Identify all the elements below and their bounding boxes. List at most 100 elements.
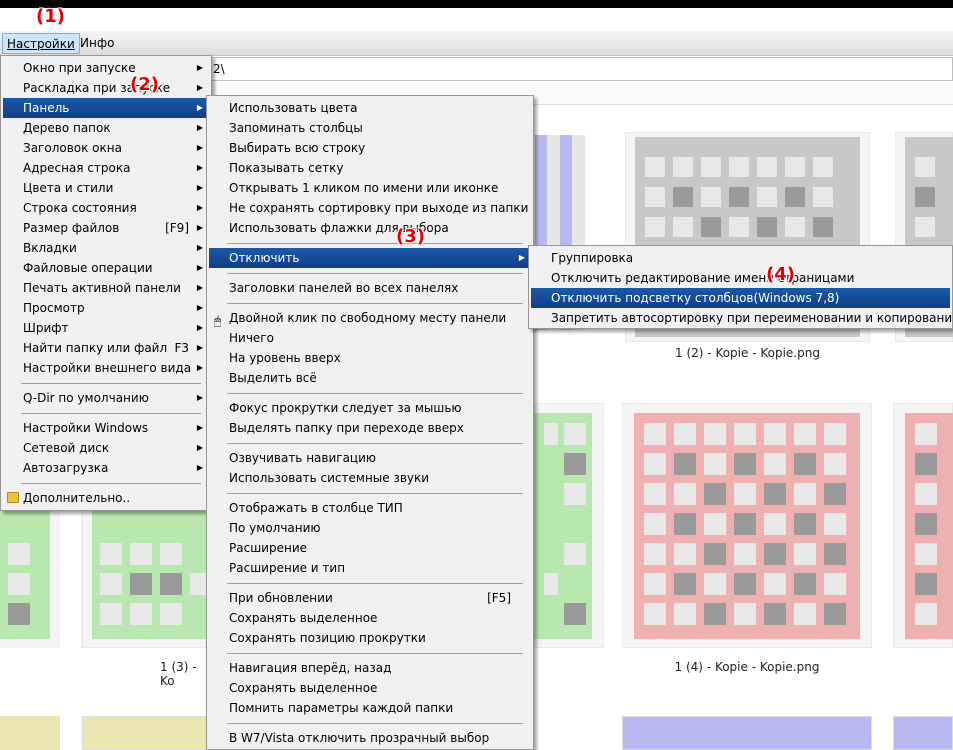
- panel-submenu-item[interactable]: Помнить параметры каждой папки: [209, 698, 531, 718]
- panel-submenu-item[interactable]: Использовать системные звуки: [209, 468, 531, 488]
- panel-submenu-item[interactable]: Использовать флажки для выбора: [209, 218, 531, 238]
- menu-item-label: Сетевой диск: [23, 441, 110, 455]
- menu-item-label: Озвучивать навигацию: [229, 451, 376, 465]
- menu-separator: [227, 653, 523, 654]
- menu-separator: [227, 583, 523, 584]
- submenu-arrow-icon: ▶: [196, 63, 203, 72]
- submenu-arrow-icon: ▶: [196, 223, 203, 232]
- submenu-arrow-icon: ▶: [196, 363, 203, 372]
- submenu-arrow-icon: ▶: [196, 283, 203, 292]
- panel-submenu-item[interactable]: По умолчанию: [209, 518, 531, 538]
- panel-submenu-item[interactable]: Фокус прокрутки следует за мышью: [209, 398, 531, 418]
- panel-submenu-item[interactable]: Сохранять выделенное: [209, 678, 531, 698]
- submenu-arrow-icon: ▶: [518, 253, 525, 262]
- thumbnail-blue-edge[interactable]: [893, 716, 953, 750]
- settings-menu-item[interactable]: Вкладки ▶: [3, 238, 209, 258]
- panel-submenu-item[interactable]: Сохранять позицию прокрутки: [209, 628, 531, 648]
- disable-submenu-item[interactable]: Отключить редактирование имени страницам…: [531, 268, 950, 288]
- panel-submenu-item[interactable]: Озвучивать навигацию: [209, 448, 531, 468]
- settings-menu-item[interactable]: Найти папку или файл F3 ▶: [3, 338, 209, 358]
- panel-submenu-item[interactable]: Использовать цвета: [209, 98, 531, 118]
- thumbnail-red-edge[interactable]: [893, 403, 953, 648]
- thumbnail-yellow[interactable]: [82, 716, 206, 750]
- settings-menu-item[interactable]: Сетевой диск ▶: [3, 438, 209, 458]
- panel-submenu-item[interactable]: Показывать сетку: [209, 158, 531, 178]
- panel-submenu-item[interactable]: Навигация вперёд, назад: [209, 658, 531, 678]
- settings-menu-item[interactable]: Цвета и стили ▶: [3, 178, 209, 198]
- settings-menu-item[interactable]: Панель ▶: [3, 98, 209, 118]
- panel-submenu-item[interactable]: Сохранять выделенное: [209, 608, 531, 628]
- menu-item-label: Выбирать всю строку: [229, 141, 366, 155]
- thumbnail-yellow-edge[interactable]: [0, 716, 60, 750]
- disable-submenu-item[interactable]: Отключить подсветку столбцов(Windows 7,8…: [531, 288, 950, 308]
- menu-item-label: Отключить подсветку столбцов(Windows 7,8…: [551, 291, 840, 305]
- settings-menu-item[interactable]: Печать активной панели ▶: [3, 278, 209, 298]
- submenu-arrow-icon: ▶: [196, 183, 203, 192]
- menu-item-label: Открывать 1 кликом по имени или иконке: [229, 181, 499, 195]
- settings-menu-item[interactable]: Заголовок окна ▶: [3, 138, 209, 158]
- panel-submenu-item[interactable]: Выбирать всю строку: [209, 138, 531, 158]
- thumbnail-red[interactable]: [622, 403, 872, 648]
- address-bar[interactable]: 2\: [200, 57, 953, 81]
- menu-item-label: Сохранять выделенное: [229, 681, 378, 695]
- panel-submenu-item[interactable]: При обновлении [F5]: [209, 588, 531, 608]
- disable-submenu: Группировка Отключить редактирование имен…: [528, 245, 953, 329]
- panel-submenu-item[interactable]: В W7/Vista отключить прозрачный выбор: [209, 728, 531, 748]
- panel-submenu-item[interactable]: Двойной клик по свободному месту панели 🖱: [209, 308, 531, 328]
- menu-item-label: Запоминать столбцы: [229, 121, 363, 135]
- panel-submenu-item[interactable]: Отображать в столбце ТИП: [209, 498, 531, 518]
- settings-menu-item[interactable]: Строка состояния ▶: [3, 198, 209, 218]
- panel-submenu-item[interactable]: Ничего: [209, 328, 531, 348]
- panel-submenu-item[interactable]: Открывать 1 кликом по имени или иконке: [209, 178, 531, 198]
- menu-item-label: Строка состояния: [23, 201, 137, 215]
- settings-menu-item[interactable]: Файловые операции ▶: [3, 258, 209, 278]
- menu-separator: [227, 443, 523, 444]
- disable-submenu-item[interactable]: Группировка: [531, 248, 950, 268]
- panel-submenu-item[interactable]: Запоминать столбцы: [209, 118, 531, 138]
- settings-menu-item[interactable]: Адресная строка ▶: [3, 158, 209, 178]
- settings-menu-item[interactable]: Раскладка при запуске ▶: [3, 78, 209, 98]
- menu-separator: [227, 243, 523, 244]
- thumbnail-blue[interactable]: [622, 716, 872, 750]
- thumbnail-green-right[interactable]: [534, 403, 604, 648]
- thumbnail-caption[interactable]: 1 (4) - Kopie - Kopie.png: [622, 660, 872, 674]
- panel-submenu-item[interactable]: Выделять папку при переходе вверх: [209, 418, 531, 438]
- menu-item-shortcut: [F9]: [165, 221, 189, 235]
- panel-submenu-item[interactable]: Отключить ▶: [209, 248, 531, 268]
- panel-submenu-item[interactable]: На уровень вверх: [209, 348, 531, 368]
- settings-menu-item[interactable]: Настройки внешнего вида ▶: [3, 358, 209, 378]
- settings-menu-item[interactable]: Просмотр ▶: [3, 298, 209, 318]
- submenu-arrow-icon: ▶: [196, 443, 203, 452]
- menu-item-label: В W7/Vista отключить прозрачный выбор: [229, 731, 490, 745]
- settings-menu-item[interactable]: Настройки Windows ▶: [3, 418, 209, 438]
- settings-menu-item[interactable]: Окно при запуске ▶: [3, 58, 209, 78]
- menu-item-label: Настройки внешнего вида: [23, 361, 192, 375]
- settings-menu-item[interactable]: Дополнительно..: [3, 488, 209, 508]
- thumbnail-caption[interactable]: 1 (3) - Ko: [150, 660, 206, 688]
- panel-submenu-item[interactable]: Выделить всё: [209, 368, 531, 388]
- menu-item-label: Печать активной панели: [23, 281, 181, 295]
- menu-settings[interactable]: Настройки: [2, 33, 80, 54]
- submenu-arrow-icon: ▶: [196, 243, 203, 252]
- disable-submenu-item[interactable]: Запретить автосортировку при переименова…: [531, 308, 953, 328]
- panel-submenu-item[interactable]: Расширение и тип: [209, 558, 531, 578]
- settings-menu-item[interactable]: Размер файлов [F9] ▶: [3, 218, 209, 238]
- settings-menu-item[interactable]: Q-Dir по умолчанию ▶: [3, 388, 209, 408]
- menu-info[interactable]: Инфо: [76, 33, 118, 54]
- panel-submenu-item[interactable]: Заголовки панелей во всех панелях: [209, 278, 531, 298]
- settings-menu-item[interactable]: Автозагрузка ▶: [3, 458, 209, 478]
- panel-submenu-item[interactable]: Не сохранять сортировку при выходе из па…: [209, 198, 531, 218]
- submenu-arrow-icon: ▶: [196, 303, 203, 312]
- submenu-arrow-icon: ▶: [196, 163, 203, 172]
- annotation-1: (1): [36, 6, 65, 27]
- thumbnail-caption[interactable]: 1 (2) - Kopie - Kopie.png: [625, 346, 870, 360]
- menu-item-label: Q-Dir по умолчанию: [23, 391, 149, 405]
- settings-menu-item[interactable]: Дерево папок ▶: [3, 118, 209, 138]
- folder-icon: [7, 492, 19, 503]
- panel-submenu-item[interactable]: Расширение: [209, 538, 531, 558]
- submenu-arrow-icon: ▶: [196, 143, 203, 152]
- settings-menu-item[interactable]: Шрифт ▶: [3, 318, 209, 338]
- menu-item-label: Ничего: [229, 331, 274, 345]
- menu-item-label: Вкладки: [23, 241, 77, 255]
- menu-item-label: Группировка: [551, 251, 634, 265]
